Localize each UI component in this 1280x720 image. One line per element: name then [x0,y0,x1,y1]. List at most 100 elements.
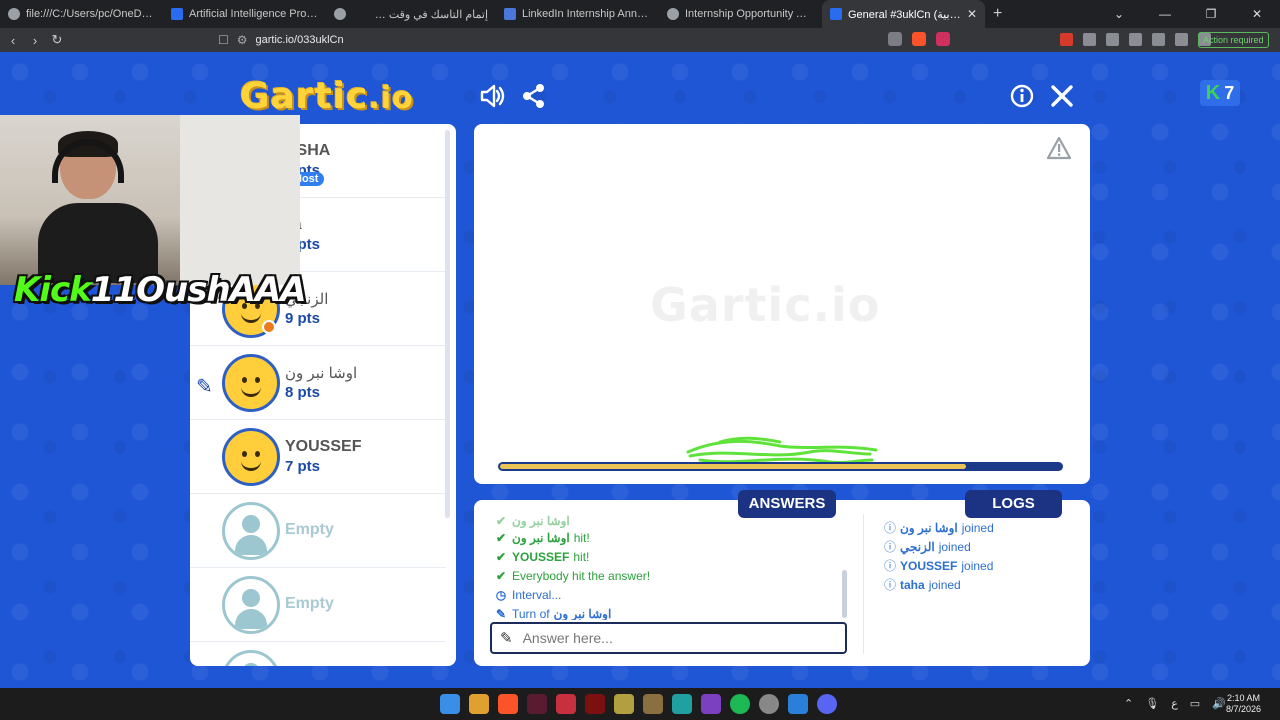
answer-field[interactable]: ✎ [490,622,847,654]
msg-text: Turn of [512,606,550,621]
players-scrollbar[interactable] [445,130,450,518]
close-window-icon[interactable]: ✕ [1234,7,1280,21]
tab-title: LinkedIn Internship Announcement T [522,8,651,20]
browser-tab[interactable]: Internship Opportunity Announceme [659,0,822,28]
sidebar-icon[interactable] [1129,33,1142,46]
player-points: 9 pts [285,310,321,327]
site-icon [334,8,346,20]
app-icon[interactable] [585,694,605,714]
browser-tab[interactable]: Artificial Intelligence Prompt Engineer [163,0,326,28]
extension-icon[interactable] [1060,33,1073,46]
browser-tab[interactable]: file:///C:/Users/pc/OneDrive/Desktop [0,0,163,28]
tab-search-icon[interactable]: ⌄ [1096,7,1142,21]
minimize-icon[interactable]: — [1142,7,1188,21]
brave-rewards-icon[interactable] [936,32,950,46]
sound-icon[interactable] [478,82,506,110]
clock-date: 8/7/2026 [1226,704,1262,714]
network-icon[interactable]: ▭ [1190,697,1200,710]
zoom-icon[interactable] [788,694,808,714]
clock-icon: ◷ [495,587,507,602]
report-warning-icon[interactable] [1046,136,1072,160]
forward-icon[interactable]: › [24,33,46,48]
back-icon[interactable]: ‹ [2,33,24,48]
brave-icon[interactable] [498,694,518,714]
player-card[interactable]: YOUSSEF 7 pts [190,420,446,494]
clock[interactable]: 2:10 AM 8/7/2026 [1226,693,1261,715]
empty-avatar-icon [222,650,280,666]
url-text[interactable]: gartic.io/033uklCn [256,34,344,46]
url-box[interactable]: ☐ ⚙ gartic.io/033uklCn [218,31,958,49]
brave-shield-icon[interactable] [912,32,926,46]
log-user: اوشا نبر ون [900,520,958,535]
mic-icon[interactable]: 🎙 [1145,697,1159,710]
volume-icon[interactable]: 🔊 [1212,697,1226,710]
cast-icon[interactable] [888,32,902,46]
tab-strip: file:///C:/Users/pc/OneDrive/Desktop Art… [0,0,1280,28]
drawing-canvas[interactable]: Gartic.io [474,124,1090,484]
list-item: ⓘ YOUSSEF joined [884,556,1084,575]
info-icon: ⓘ [884,559,897,573]
player-name: YOUSSEF [285,438,362,455]
log-user: taha [900,577,925,592]
chevron-up-icon[interactable]: ⌃ [1124,697,1133,710]
browser-tab-active[interactable]: General #3uklCn (العربية) - Gartic ✕ [822,0,985,28]
spotify-icon[interactable] [730,694,750,714]
kick-icon: K [1205,81,1221,104]
answer-input[interactable] [522,630,823,646]
app-icon[interactable] [614,694,634,714]
app-icon[interactable] [643,694,663,714]
divider [863,514,864,654]
kick-counter-badge: K 7 [1200,80,1240,106]
app-icon[interactable] [527,694,547,714]
app-icon[interactable] [556,694,576,714]
info-icon[interactable] [1008,82,1036,110]
taskbar-apps [440,694,837,714]
player-points: 7 pts [285,458,321,475]
start-icon[interactable] [440,694,460,714]
browser-tab[interactable]: إتمام التاسك في وقت محدود [366,0,496,28]
bookmark-icon[interactable]: ☐ [218,33,229,47]
leo-icon[interactable] [1175,33,1188,46]
list-item: ✔ اوشا نبر ون hit! [494,528,844,547]
restore-icon[interactable]: ❐ [1188,7,1234,21]
site-info-icon[interactable]: ⚙ [237,33,248,47]
check-icon: ✔ [495,549,507,564]
pencil-icon: ✎ [500,630,513,647]
answers-scrollbar[interactable] [842,570,847,618]
drawing-pencil-icon: ✎ [196,376,213,398]
player-card[interactable]: اوشا نبر ون 8 pts [190,346,446,420]
logo-suffix: .io [368,81,414,116]
puzzle-icon[interactable] [1106,33,1119,46]
info-icon: ⓘ [884,578,897,592]
share-icon[interactable] [520,82,548,110]
browser-tab[interactable]: LinkedIn Internship Announcement T [496,0,659,28]
action-required-button[interactable]: Action required [1198,32,1269,48]
logs-list: ⓘ اوشا نبر ون joined ⓘ الزنجي joined ⓘ YOUS… [884,518,1084,594]
close-icon[interactable] [1048,82,1076,110]
tab-title: Internship Opportunity Announceme [685,8,814,20]
check-icon: ✔ [495,568,507,583]
list-item: ✔ YOUSSEF hit! [494,547,844,566]
wallet-icon[interactable] [1152,33,1165,46]
taskbar: ⌃ 🎙 ع ▭ 🔊 2:10 AM 8/7/2026 [0,688,1280,720]
empty-avatar-icon [222,502,280,560]
round-timer-bar [498,462,1063,471]
player-name: اوشا نبر ون [285,365,358,382]
new-tab-icon[interactable]: + [985,5,1010,23]
extension-icons [1060,33,1211,46]
discord-icon[interactable] [817,694,837,714]
app-icon[interactable] [672,694,692,714]
extension-icon[interactable] [1083,33,1096,46]
chat-panel: ANSWERS LOGS ✔ اوشا نبر ون ✔ اوشا نبر ون h… [474,490,1090,666]
logs-tab[interactable]: LOGS [965,490,1062,518]
app-icon[interactable] [701,694,721,714]
gartic-logo[interactable]: Gartic.io [240,76,414,117]
language-indicator[interactable]: ع [1171,697,1178,710]
app-icon[interactable] [759,694,779,714]
browser-tab[interactable] [326,0,366,28]
reload-icon[interactable]: ↻ [46,32,68,48]
avatar [222,354,280,412]
close-tab-icon[interactable]: ✕ [967,7,977,21]
chrome-icon[interactable] [469,694,489,714]
list-item: ✎ Turn of اوشا نبر ون [494,604,844,621]
